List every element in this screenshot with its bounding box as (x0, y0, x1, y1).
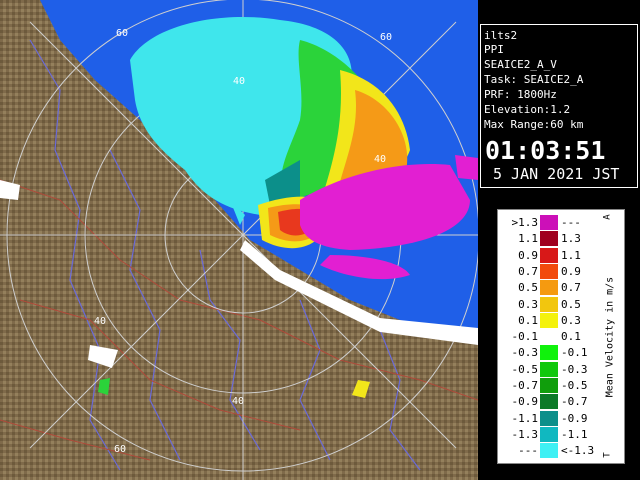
range-label: 60 (380, 32, 392, 43)
legend-swatch (540, 378, 558, 393)
legend-row-min: 0.1 (518, 313, 538, 327)
legend-row-max: 0.3 (561, 313, 581, 327)
prf-value: PRF: 1800Hz (484, 88, 557, 101)
range-label: 40 (232, 396, 244, 407)
legend-swatch (540, 443, 558, 459)
legend-swatch (540, 426, 558, 442)
legend-swatch (540, 280, 558, 296)
legend-swatch (540, 247, 558, 263)
legend-row-max: -1.1 (561, 427, 588, 441)
legend-swatch (540, 312, 558, 328)
task-name: Task: SEAICE2_A (484, 73, 584, 86)
legend-swatch (540, 231, 558, 247)
radar-ppi-map[interactable]: 60 60 40 40 40 40 60 (0, 0, 478, 480)
legend-row-max: 1.3 (561, 232, 581, 246)
legend-row-min: 0.3 (518, 297, 538, 311)
range-label: 60 (116, 28, 128, 39)
legend-row-max: -0.9 (561, 411, 588, 425)
legend-row-min: -0.5 (511, 362, 539, 376)
legend-row-max: -0.5 (561, 379, 588, 392)
legend-swatch (540, 394, 558, 410)
legend-row-max: -0.1 (561, 346, 588, 360)
legend-row-min: -0.7 (511, 379, 539, 392)
legend-row-min: -0.3 (511, 346, 539, 360)
site-name: ilts2 (484, 29, 518, 42)
range-label: 60 (114, 444, 126, 455)
legend-swatch (540, 410, 558, 426)
legend-row-min: 0.7 (518, 264, 538, 278)
scan-date: 5 JAN 2021 JST (493, 165, 620, 183)
legend-row-min: -1.3 (511, 427, 539, 441)
legend-bottom-mark: T (602, 452, 613, 458)
legend-row-max: 0.7 (561, 281, 581, 295)
legend-row-min: -1.1 (511, 411, 539, 425)
legend-row-min: >1.3 (511, 216, 539, 229)
velocity-color-legend: >1.3 --- 1.1 1.3 0.9 1.1 0.7 0.9 0.5 0.7 0.3 0.5 0.1… (497, 209, 625, 464)
range-label: 40 (374, 154, 386, 165)
legend-swatch (540, 329, 558, 345)
legend-row-max: 0.1 (561, 330, 581, 344)
legend-row-max: 0.5 (561, 297, 581, 311)
scan-type: PPI (484, 43, 504, 56)
range-label: 40 (233, 76, 245, 87)
elevation-value: Elevation:1.2 (484, 103, 571, 116)
legend-row-max: 1.1 (561, 248, 581, 262)
legend-row-min: -0.1 (511, 330, 539, 344)
legend-swatch (540, 215, 558, 230)
product-name: SEAICE2_A_V (484, 58, 557, 71)
legend-row-min: 0.9 (518, 248, 538, 262)
legend-swatch (540, 361, 558, 377)
legend-title: Mean Velocity in m/s (601, 216, 619, 458)
legend-row-min: 0.5 (518, 281, 538, 295)
legend-row-min: 1.1 (518, 232, 538, 246)
legend-row-min: -0.9 (511, 395, 539, 409)
legend-row-min: --- (518, 444, 538, 458)
max-range-value: Max Range:60 km (484, 118, 584, 131)
legend-row-max: <-1.3 (561, 444, 595, 458)
scan-info-panel: ilts2 PPI SEAICE2_A_V Task: SEAICE2_A PR… (480, 24, 638, 188)
legend-swatch (540, 263, 558, 279)
legend-swatch (540, 296, 558, 312)
legend-title-text: Mean Velocity in m/s (604, 276, 616, 398)
radar-map-canvas: 60 60 40 40 40 40 60 (0, 0, 478, 480)
legend-row-max: 0.9 (561, 264, 581, 278)
legend-row-max: --- (561, 216, 581, 229)
legend-row-max: -0.7 (561, 395, 588, 409)
legend-row-max: -0.3 (561, 362, 588, 376)
legend-swatch (540, 345, 558, 361)
range-label: 40 (94, 316, 106, 327)
scan-time: 01:03:51 (485, 136, 606, 165)
